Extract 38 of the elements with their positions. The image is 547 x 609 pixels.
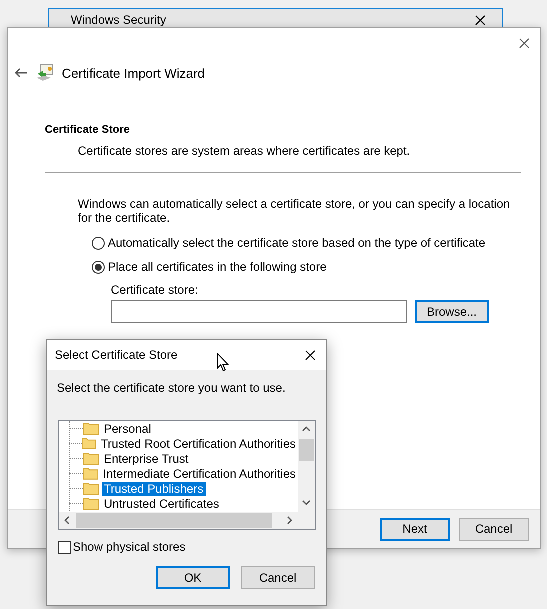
wizard-button[interactable]: Next	[380, 518, 450, 540]
radio-button[interactable]	[92, 236, 105, 250]
section-description: Certificate stores are system areas where certificates are kept.	[78, 144, 412, 158]
close-icon[interactable]	[305, 350, 316, 360]
field-label: Certificate store:	[111, 283, 200, 297]
wizard-button[interactable]: Cancel	[459, 518, 529, 540]
section-title: Certificate Store	[45, 124, 131, 136]
store-item[interactable]: Trusted Root Certification Authorities	[99, 436, 298, 450]
store-item[interactable]: Personal	[102, 422, 154, 436]
browse-button[interactable]: Browse...	[415, 300, 489, 323]
store-item[interactable]: Untrusted Certificates	[102, 496, 222, 510]
radio-label[interactable]: Place all certificates in the following store	[108, 260, 327, 274]
checkbox-label[interactable]: Show physical stores	[73, 540, 186, 554]
horizontal-scrollbar[interactable]	[59, 512, 315, 529]
vertical-scrollbar[interactable]	[298, 421, 315, 512]
intro-text: Windows can automatically select a certificate store, or you can specify a location for the certificate.	[78, 197, 512, 225]
close-icon[interactable]	[519, 38, 530, 48]
wizard-title: Certificate Import Wizard	[62, 66, 206, 80]
store-item[interactable]: Enterprise Trust	[102, 452, 191, 466]
folder-icon	[83, 482, 99, 495]
window-title: Windows Security	[71, 13, 166, 27]
radio-label[interactable]: Automatically select the certificate store based on the type of certificate	[108, 236, 486, 250]
back-arrow-icon[interactable]	[14, 68, 28, 78]
radio-button[interactable]	[92, 260, 105, 274]
store-item[interactable]: Trusted Publishers	[102, 482, 206, 496]
folder-icon	[82, 437, 96, 450]
dialog-button[interactable]: Cancel	[241, 566, 315, 589]
folder-icon	[82, 467, 98, 480]
dialog-button[interactable]: OK	[156, 566, 230, 589]
store-item[interactable]: Intermediate Certification Authorities	[101, 466, 298, 480]
dialog-title: Select Certificate Store	[55, 348, 178, 362]
certificate-icon	[36, 64, 54, 82]
close-icon[interactable]	[475, 15, 486, 26]
certificate-store-field[interactable]	[111, 300, 407, 323]
dialog-prompt: Select the certificate store you want to use.	[57, 381, 287, 395]
folder-icon	[83, 452, 99, 465]
folder-icon	[83, 422, 99, 435]
checkbox[interactable]	[58, 540, 71, 554]
